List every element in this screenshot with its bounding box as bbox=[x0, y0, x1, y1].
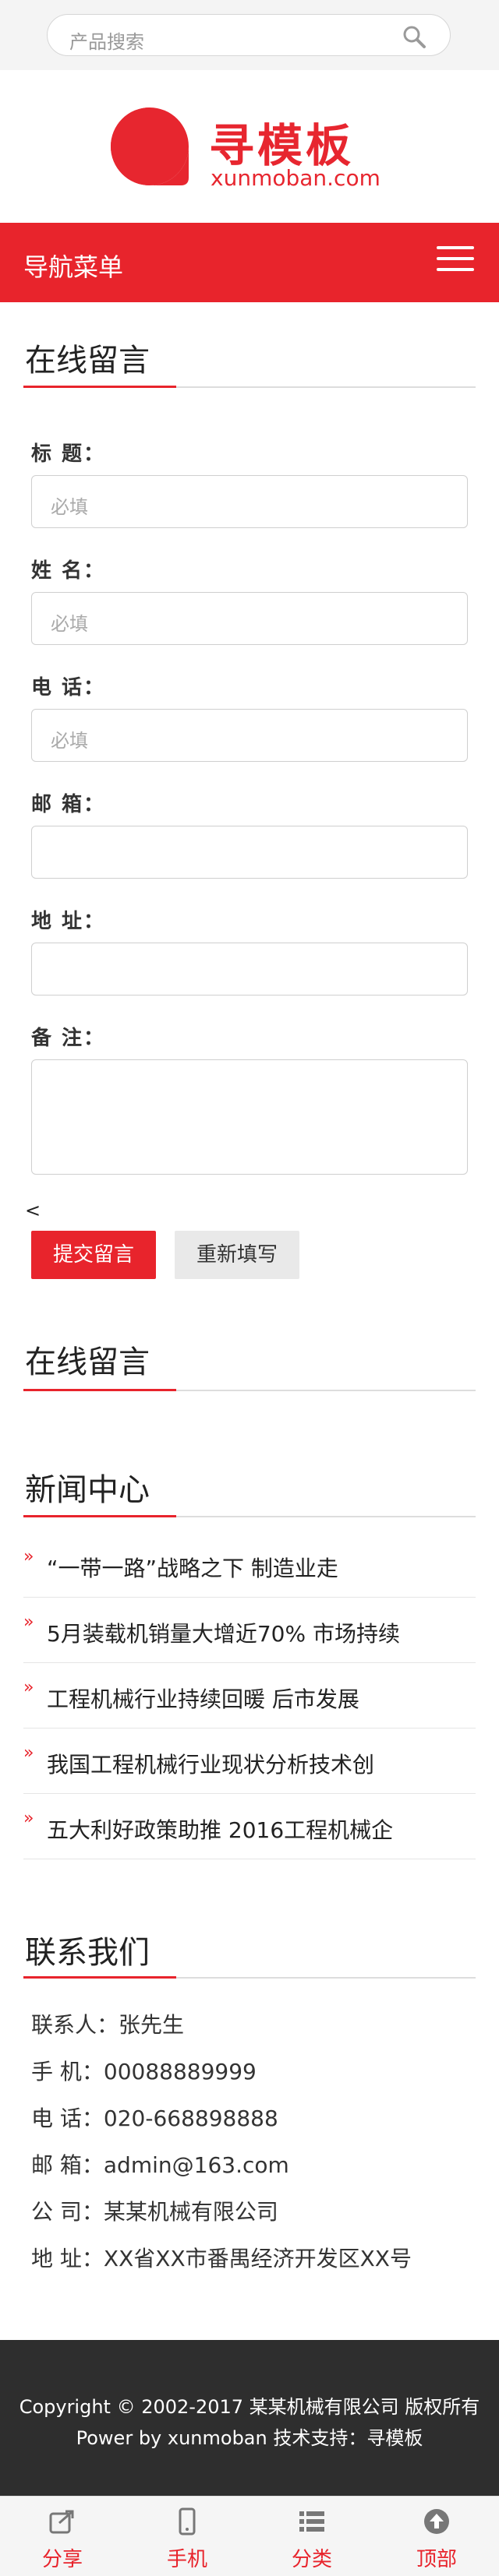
contact-phone: 电 话：020-668898888 bbox=[31, 2106, 278, 2131]
contact-address: 地 址：XX省XX市番禺经济开发区XX号 bbox=[31, 2246, 412, 2271]
search-box[interactable]: 产品搜索 bbox=[47, 14, 451, 56]
contact-person: 联系人：张先生 bbox=[31, 2012, 185, 2038]
note-textarea[interactable] bbox=[31, 1059, 468, 1175]
section-title-message-2: 在线留言 bbox=[25, 1344, 150, 1380]
footer: Copyright © 2002-2017 某某机械有限公司 版权所有 Powe… bbox=[0, 2340, 499, 2496]
news-item-title[interactable]: 5月装载机销量大增近70% 市场持续 bbox=[47, 1617, 400, 1648]
title-input[interactable]: 必填 bbox=[31, 475, 468, 528]
phone-input[interactable]: 必填 bbox=[31, 709, 468, 762]
logo-subtitle: xunmoban.com bbox=[211, 165, 380, 191]
section-divider bbox=[23, 1389, 476, 1391]
tab-phone-label: 手机 bbox=[166, 2548, 207, 2571]
news-item-title[interactable]: 我国工程机械行业现状分析技术创 bbox=[47, 1748, 374, 1779]
news-item-title[interactable]: 五大利好政策助推 2016工程机械企 bbox=[47, 1813, 393, 1845]
footer-powered-by: Power by xunmoban 技术支持：寻模板 bbox=[76, 2427, 423, 2449]
menu-icon[interactable] bbox=[437, 246, 474, 277]
bullet-icon: » bbox=[23, 1743, 34, 1763]
contact-mobile: 手 机：00088889999 bbox=[31, 2059, 257, 2084]
stray-character: < bbox=[25, 1200, 41, 1221]
field-label-address: 地 址： bbox=[31, 910, 106, 933]
share-icon bbox=[49, 2510, 74, 2534]
field-label-note: 备 注： bbox=[31, 1027, 106, 1050]
arrow-up-icon bbox=[424, 2509, 449, 2534]
bullet-icon: » bbox=[23, 1612, 34, 1632]
field-label-title: 标 题： bbox=[31, 442, 106, 466]
tab-phone[interactable]: 手机 bbox=[125, 2497, 250, 2576]
logo-area: 寻模板 xunmoban.com bbox=[0, 70, 499, 223]
news-item[interactable]: » 工程机械行业持续回暖 后市发展 bbox=[23, 1662, 476, 1728]
field-label-phone: 电 话： bbox=[31, 676, 106, 700]
tab-category-label: 分类 bbox=[291, 2548, 332, 2571]
logo-icon[interactable] bbox=[108, 104, 192, 189]
search-input[interactable]: 产品搜索 bbox=[69, 26, 144, 54]
section-title-message: 在线留言 bbox=[25, 343, 150, 379]
list-icon bbox=[299, 2511, 324, 2532]
bullet-icon: » bbox=[23, 1809, 34, 1828]
address-input[interactable] bbox=[31, 943, 468, 996]
phone-icon bbox=[179, 2507, 196, 2535]
news-item[interactable]: » “一带一路”战略之下 制造业走 bbox=[23, 1531, 476, 1598]
news-item[interactable]: » 五大利好政策助推 2016工程机械企 bbox=[23, 1793, 476, 1859]
section-divider bbox=[23, 1515, 476, 1517]
tab-category[interactable]: 分类 bbox=[250, 2497, 374, 2576]
reset-button[interactable]: 重新填写 bbox=[175, 1231, 299, 1279]
name-input[interactable]: 必填 bbox=[31, 592, 468, 645]
bullet-icon: » bbox=[23, 1678, 34, 1697]
tab-share[interactable]: 分享 bbox=[0, 2497, 125, 2576]
section-divider bbox=[23, 1976, 476, 1979]
news-item[interactable]: » 5月装载机销量大增近70% 市场持续 bbox=[23, 1597, 476, 1663]
news-item-title[interactable]: “一带一路”战略之下 制造业走 bbox=[47, 1552, 338, 1583]
nav-menu-label[interactable]: 导航菜单 bbox=[23, 248, 123, 284]
news-item-title[interactable]: 工程机械行业持续回暖 后市发展 bbox=[47, 1683, 359, 1714]
field-label-email: 邮 箱： bbox=[31, 793, 106, 816]
tab-top-label: 顶部 bbox=[416, 2548, 457, 2571]
footer-copyright: Copyright © 2002-2017 某某机械有限公司 版权所有 bbox=[19, 2396, 480, 2418]
section-title-contact: 联系我们 bbox=[25, 1935, 150, 1971]
search-icon[interactable] bbox=[402, 24, 426, 49]
news-item[interactable]: » 我国工程机械行业现状分析技术创 bbox=[23, 1728, 476, 1794]
contact-company: 公 司：某某机械有限公司 bbox=[31, 2199, 278, 2225]
nav-bar: 导航菜单 bbox=[0, 223, 499, 302]
field-label-name: 姓 名： bbox=[31, 559, 106, 583]
section-divider bbox=[23, 386, 476, 388]
tab-share-label: 分享 bbox=[41, 2548, 83, 2571]
top-bar: 产品搜索 bbox=[0, 0, 499, 70]
bottom-tab-bar: 分享 手机 分类 顶部 bbox=[0, 2496, 499, 2576]
contact-email: 邮 箱：admin@163.com bbox=[31, 2152, 289, 2178]
section-title-news: 新闻中心 bbox=[25, 1472, 150, 1508]
submit-button[interactable]: 提交留言 bbox=[31, 1231, 156, 1279]
tab-top[interactable]: 顶部 bbox=[374, 2497, 499, 2576]
email-input[interactable] bbox=[31, 826, 468, 879]
bullet-icon: » bbox=[23, 1547, 34, 1566]
